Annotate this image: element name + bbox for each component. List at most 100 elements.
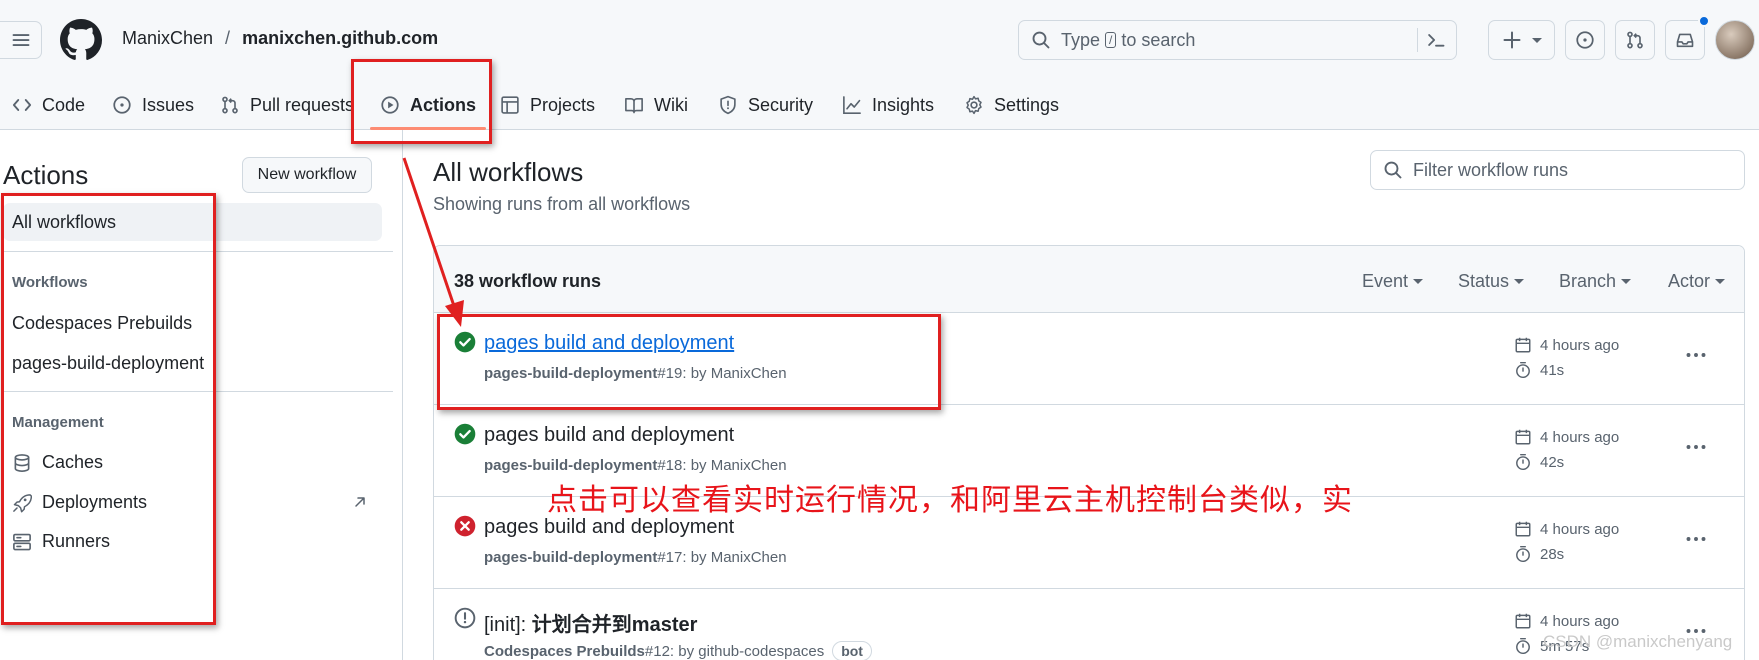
your-pull-requests-button[interactable] [1615, 20, 1655, 60]
branch-filter-dropdown[interactable]: Branch [1559, 271, 1632, 292]
run-title-link[interactable]: [init]: 计划合并到master [484, 608, 697, 637]
issue-icon [1576, 31, 1594, 49]
kebab-horizontal-icon[interactable] [1684, 527, 1708, 551]
search-shortcut-key: / [1105, 32, 1117, 48]
run-time-label: 4 hours ago [1540, 428, 1620, 446]
hamburger-icon [12, 34, 29, 46]
tab-code-label: Code [42, 94, 86, 115]
page-subtitle: Showing runs from all workflows [433, 194, 691, 214]
breadcrumb: ManixChen / manixchen.github.com [122, 28, 438, 49]
run-duration: 41s [1514, 361, 1564, 379]
run-title-prefix: [init]: [484, 614, 532, 636]
run-number-actor: #17: by ManixChen [657, 549, 787, 566]
new-workflow-button[interactable]: New workflow [242, 157, 372, 193]
actor-filter-dropdown[interactable]: Actor [1668, 271, 1726, 292]
tab-wiki[interactable]: Wiki [624, 80, 688, 130]
status-filter-dropdown[interactable]: Status [1458, 271, 1525, 292]
workflow-runs-list: 38 workflow runs Event Status Branch Act… [433, 245, 1745, 660]
run-number-actor: #12: by github-codespaces [644, 642, 825, 660]
run-title-bold: 计划合并到master [531, 614, 698, 636]
runs-count: 38 workflow runs [454, 271, 602, 291]
calendar-icon [1515, 429, 1531, 445]
annotation-box-sidebar [1, 193, 216, 625]
run-workflow-name[interactable]: Codespaces Prebuilds [484, 643, 645, 660]
stopwatch-icon [1516, 453, 1530, 471]
tab-projects[interactable]: Projects [500, 80, 595, 130]
run-duration: 42s [1514, 453, 1564, 471]
run-title-link[interactable]: pages build and deployment [484, 516, 734, 539]
chevron-down-icon [1715, 279, 1726, 284]
tab-settings[interactable]: Settings [964, 80, 1059, 130]
create-new-button[interactable] [1488, 20, 1555, 60]
external-link-icon[interactable] [352, 494, 368, 510]
run-meta: pages-build-deployment #17: by ManixChen [484, 549, 787, 566]
tab-pull-requests[interactable]: Pull requests [220, 80, 354, 130]
annotation-note: 点击可以查看实时运行情况，和阿里云主机控制台类似，实 [547, 483, 1353, 518]
run-time: 4 hours ago [1514, 428, 1619, 446]
gear-icon [966, 95, 982, 115]
github-logo-icon[interactable] [60, 19, 102, 61]
skipped-circle-icon [454, 607, 476, 629]
filter-label: Status [1458, 271, 1510, 291]
calendar-icon [1515, 613, 1531, 629]
search-placeholder-post: to search [1121, 29, 1196, 50]
calendar-icon [1515, 521, 1531, 537]
code-icon [12, 99, 32, 111]
chevron-down-icon [1514, 279, 1525, 284]
check-circle-icon [454, 423, 476, 445]
kebab-horizontal-icon[interactable] [1684, 435, 1708, 459]
command-palette-icon[interactable] [1426, 30, 1446, 50]
search-icon [1032, 31, 1050, 49]
run-title-link[interactable]: pages build and deployment [484, 424, 734, 447]
menu-button[interactable] [0, 21, 42, 59]
breadcrumb-separator: / [225, 28, 231, 48]
stopwatch-icon [1516, 361, 1530, 379]
runs-list-header: 38 workflow runs Event Status Branch Act… [434, 246, 1744, 313]
your-issues-button[interactable] [1565, 20, 1605, 60]
search-placeholder: Type / to search [1061, 30, 1195, 51]
page-title: All workflows [433, 157, 584, 187]
book-icon [625, 97, 643, 114]
search-icon [1384, 161, 1402, 179]
tab-issues[interactable]: Issues [112, 80, 194, 130]
sidebar-vertical-divider [402, 130, 403, 660]
run-meta: pages-build-deployment #18: by ManixChen [484, 457, 787, 474]
filter-placeholder: Filter workflow runs [1413, 159, 1569, 180]
repo-name-link[interactable]: manixchen.github.com [242, 28, 438, 49]
tab-insights-label: Insights [872, 94, 935, 115]
repo-owner-link[interactable]: ManixChen [122, 28, 213, 49]
notification-dot [1698, 15, 1710, 27]
filter-workflow-runs-input[interactable]: Filter workflow runs [1370, 150, 1745, 190]
tab-issues-label: Issues [142, 94, 195, 115]
run-time-label: 4 hours ago [1540, 520, 1620, 538]
tab-security-label: Security [748, 94, 814, 115]
pull-request-icon [1627, 31, 1643, 49]
tab-code[interactable]: Code [12, 80, 85, 130]
stopwatch-icon [1516, 545, 1530, 563]
filter-label: Branch [1559, 271, 1617, 291]
run-time: 4 hours ago [1514, 612, 1619, 630]
graph-icon [843, 96, 861, 114]
stopwatch-icon [1516, 637, 1530, 655]
inbox-icon [1676, 33, 1694, 48]
kebab-horizontal-icon[interactable] [1684, 343, 1708, 367]
x-circle-icon [454, 515, 476, 537]
run-workflow-name[interactable]: pages-build-deployment [484, 457, 657, 474]
issue-icon [113, 96, 131, 114]
tab-insights[interactable]: Insights [842, 80, 934, 130]
chevron-down-icon [1413, 279, 1424, 284]
user-avatar[interactable] [1715, 20, 1755, 60]
event-filter-dropdown[interactable]: Event [1362, 271, 1424, 292]
notifications-button[interactable] [1665, 15, 1710, 60]
run-duration-label: 41s [1540, 361, 1565, 379]
filter-label: Event [1362, 271, 1409, 291]
run-workflow-name[interactable]: pages-build-deployment [484, 549, 657, 566]
run-time-label: 4 hours ago [1540, 336, 1620, 354]
shield-icon [720, 95, 736, 115]
run-duration: 28s [1514, 545, 1564, 563]
search-input[interactable]: Type / to search [1018, 20, 1457, 60]
tab-pull-requests-label: Pull requests [250, 94, 355, 115]
tab-security[interactable]: Security [718, 80, 813, 130]
annotation-box-first-run [437, 314, 941, 410]
search-divider [1417, 28, 1418, 52]
